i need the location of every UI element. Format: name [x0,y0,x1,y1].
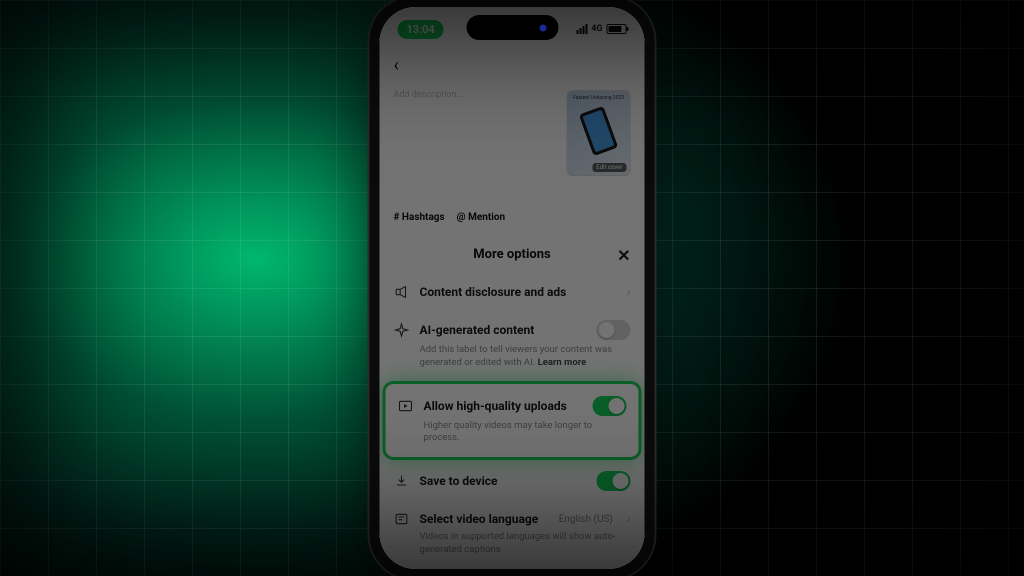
ai-toggle[interactable] [597,320,631,340]
sheet-header: More options ✕ [380,247,645,274]
download-icon [394,473,410,489]
status-time-pill: 13:04 [398,20,444,39]
cover-thumbnail[interactable]: Fastest Unboxing 2023 Edit cover [567,90,631,176]
row-title: AI-generated content [420,323,587,337]
row-subtitle: Add this label to tell viewers your cont… [420,344,631,370]
phone-frame: 13:04 4G ‹ Add description... Fastest Un… [370,0,655,576]
post-composer: ‹ Add description... Fastest Unboxing 20… [380,7,645,247]
signal-bars-icon [576,24,587,34]
row-title: Content disclosure and ads [420,285,617,299]
edit-cover-tag[interactable]: Edit cover [592,163,626,172]
row-subtitle: Videos in supported languages will show … [420,531,631,557]
row-title: Allow high-quality uploads [424,399,583,413]
camera-dot [539,24,546,31]
sheet-title: More options [473,247,550,262]
row-select-language[interactable]: Select video language English (US) › Vid… [380,501,645,567]
chevron-right-icon: › [627,512,631,526]
more-options-sheet: More options ✕ Content disclosure and ad… [380,235,645,569]
battery-icon [607,24,627,34]
language-value: English (US) [559,514,613,525]
sparkle-icon [394,322,410,338]
stage-background: 13:04 4G ‹ Add description... Fastest Un… [0,0,1024,576]
row-subtitle: Higher quality videos may take longer to… [424,420,627,446]
upload-hd-icon [398,398,414,414]
back-arrow-icon[interactable]: ‹ [394,55,631,76]
row-title: Save to device [420,474,587,488]
learn-more-link[interactable]: Learn more [538,357,587,368]
row-audience-controls[interactable]: Audience controls ⓘ This video is limite… [380,567,645,569]
row-save-to-device[interactable]: Save to device [380,461,645,501]
network-label: 4G [591,24,602,34]
row-content-disclosure[interactable]: Content disclosure and ads › [380,274,645,310]
thumb-caption: Fastest Unboxing 2023 [572,95,626,101]
megaphone-icon [394,284,410,300]
row-high-quality-uploads[interactable]: Allow high-quality uploads Higher qualit… [386,384,639,458]
hq-upload-toggle[interactable] [593,396,627,416]
thumb-phone-graphic [579,106,618,156]
row-title: Select video language [420,512,549,526]
row-ai-content[interactable]: AI-generated content Add this label to t… [380,310,645,380]
dynamic-island [466,15,558,40]
save-device-toggle[interactable] [597,471,631,491]
close-icon[interactable]: ✕ [617,246,630,265]
status-right: 4G [576,24,626,34]
hashtags-chip[interactable]: # Hashtags [394,212,445,223]
language-icon [394,511,410,527]
chevron-right-icon: › [627,285,631,299]
description-placeholder[interactable]: Add description... [394,90,557,176]
phone-screen: 13:04 4G ‹ Add description... Fastest Un… [380,7,645,569]
mention-chip[interactable]: @ Mention [457,212,506,223]
